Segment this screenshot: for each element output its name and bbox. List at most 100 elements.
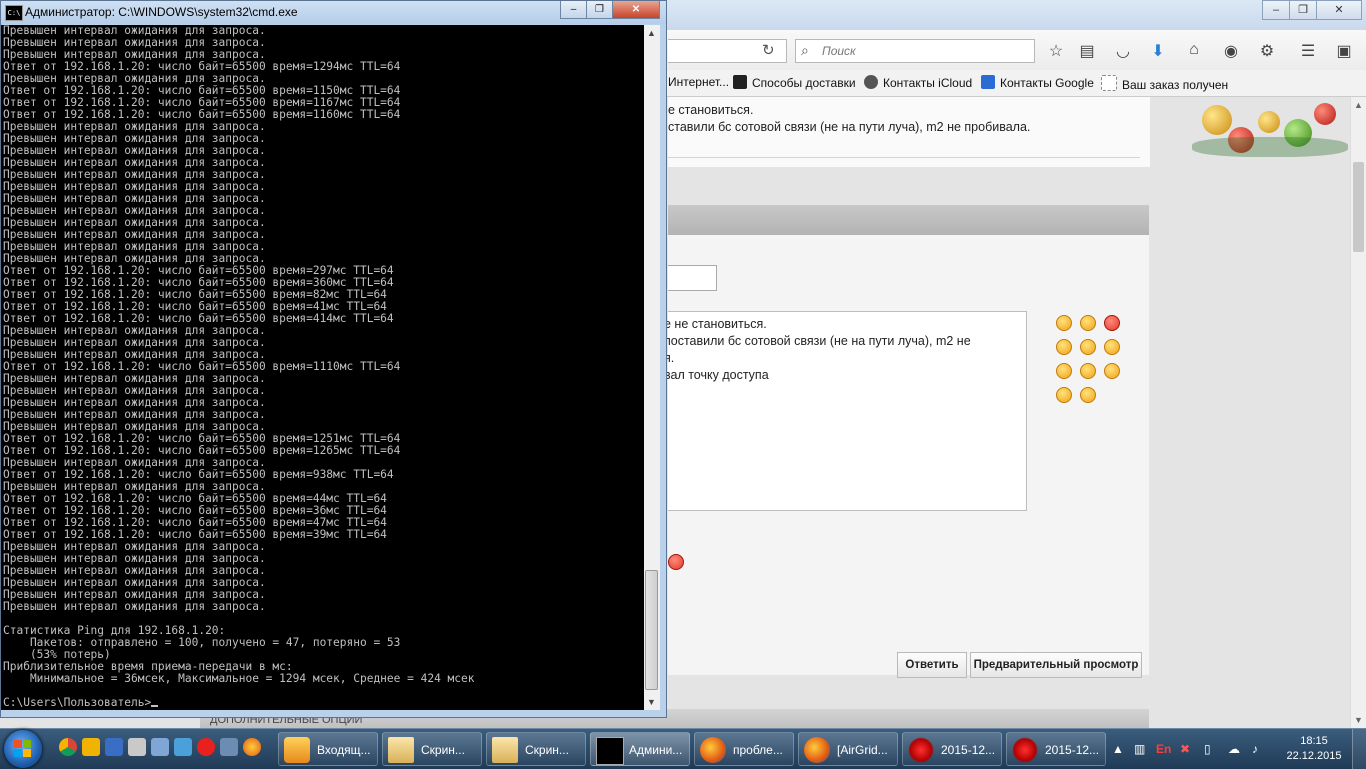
confused-smiley-icon[interactable] (1104, 339, 1120, 355)
reload-icon[interactable]: ↻ (762, 41, 775, 59)
bookmark-item[interactable]: Интернет... (668, 75, 729, 89)
notes-icon[interactable] (82, 738, 100, 756)
taskbar-item-folder[interactable]: Скрин... (486, 732, 586, 766)
smiley-icon[interactable] (1056, 315, 1072, 331)
clock[interactable]: 18:15 22.12.2015 (1284, 734, 1344, 764)
home-icon[interactable]: ⌂ (1184, 41, 1204, 59)
cmd-scrollbar[interactable]: ▲ ▼ (644, 25, 660, 710)
console-prompt: C:\Users\Пользователь> (3, 696, 152, 709)
cmd-scrollbar-thumb[interactable] (645, 570, 658, 690)
clock-time: 18:15 (1300, 735, 1328, 747)
taskbar-item-label: Админи... (629, 743, 683, 757)
console-line: Превышен интервал ожидания для запроса. (3, 600, 266, 613)
no-network-icon[interactable]: ✖ (1180, 742, 1190, 756)
smiley-icon[interactable] (1056, 339, 1072, 355)
search-input[interactable]: ⌕ Поиск (795, 39, 1035, 63)
taskbar-item-firefox[interactable]: [AirGrid... (798, 732, 898, 766)
search-icon: ⌕ (801, 42, 809, 58)
start-button[interactable] (4, 730, 42, 768)
reply-button[interactable]: Ответить (897, 652, 967, 678)
cmd-icon (596, 737, 624, 765)
reply-header (668, 205, 1149, 235)
yandex-icon[interactable] (197, 738, 215, 756)
cloud-tray-icon[interactable]: ☁ (1228, 742, 1240, 756)
christmas-decoration-image (1192, 97, 1348, 165)
download-icon[interactable]: ⬇ (1148, 41, 1168, 61)
smiley-icon[interactable] (1080, 315, 1096, 331)
bookmark-item[interactable]: Контакты Google (981, 75, 1094, 90)
taskbar-item-firefox[interactable]: пробле... (694, 732, 794, 766)
angry-smiley-icon[interactable] (1104, 315, 1120, 331)
ff-close-button[interactable]: ✕ (1316, 0, 1362, 20)
tray-expand-icon[interactable]: ▲ (1112, 742, 1124, 756)
cmd-icon: C:\ (5, 5, 23, 21)
taskbar-item-label: 2015-12... (1045, 743, 1100, 757)
chrome-icon[interactable] (59, 738, 77, 756)
taskbar-item-label: [AirGrid... (837, 743, 888, 757)
taskbar-item-label: пробле... (733, 743, 783, 757)
post-divider (668, 157, 1140, 158)
cmd-close-button[interactable]: ✕ (612, 1, 660, 19)
cmd-titlebar[interactable]: C:\ Администратор: C:\WINDOWS\system32\c… (1, 1, 666, 24)
firefox-icon (804, 737, 830, 763)
bookmark-item[interactable]: Ваш заказ получен (1101, 75, 1228, 92)
cmd-title: Администратор: C:\WINDOWS\system32\cmd.e… (25, 5, 298, 19)
smiley-icon[interactable] (1080, 339, 1096, 355)
network-tray-icon[interactable]: ▥ (1134, 742, 1145, 756)
ff-maximize-button[interactable]: ❐ (1289, 0, 1317, 20)
smiley-icon[interactable] (1080, 363, 1096, 379)
folder-icon (388, 737, 414, 763)
language-indicator[interactable]: En (1156, 742, 1171, 756)
folder-icon (492, 737, 518, 763)
console-output[interactable]: Превышен интервал ожидания для запроса. … (1, 25, 644, 710)
apple-icon (864, 75, 878, 89)
bookmark-star-icon[interactable]: ☆ (1046, 41, 1066, 61)
taskbar-item-label: Входящ... (317, 743, 371, 757)
taskbar-item-image[interactable]: 2015-12... (902, 732, 1002, 766)
window-icon[interactable] (151, 738, 169, 756)
firefox-quicklaunch-icon[interactable] (243, 738, 261, 756)
cmd-minimize-button[interactable]: – (560, 1, 587, 19)
file-manager-icon[interactable] (105, 738, 123, 756)
taskbar-item-outlook[interactable]: Входящ... (278, 732, 378, 766)
show-desktop-button[interactable] (1352, 729, 1366, 769)
volume-icon[interactable]: ♪ (1252, 742, 1258, 756)
taskbar-item-cmd[interactable]: Админи... (590, 732, 690, 766)
message-textarea[interactable]: е не становиться. поставили бс сотовой с… (664, 311, 1027, 511)
bookmark-favicon-icon (733, 75, 747, 89)
cool-smiley-icon[interactable] (1056, 387, 1072, 403)
chat-icon[interactable]: ◉ (1221, 41, 1241, 61)
smiley-icon[interactable] (1104, 363, 1120, 379)
network-icon[interactable] (174, 738, 192, 756)
smiley-icon[interactable] (1080, 387, 1096, 403)
cmd-window: C:\ Администратор: C:\WINDOWS\system32\c… (0, 0, 667, 718)
page-scrollbar[interactable]: ▲ ▼ (1350, 97, 1366, 728)
gear-icon[interactable]: ⚙ (1257, 41, 1277, 61)
windows-logo-icon (14, 740, 32, 758)
taskbar-item-image[interactable]: 2015-12... (1006, 732, 1106, 766)
preview-button[interactable]: Предварительный просмотр (970, 652, 1142, 678)
taskbar-item-label: Скрин... (421, 743, 465, 757)
angry-smiley-icon[interactable] (668, 554, 684, 570)
bookmark-item[interactable]: Способы доставки (733, 75, 856, 90)
post-text-line: ставили бс сотовой связи (не на пути луч… (668, 120, 1031, 134)
pocket-icon[interactable]: ◡ (1113, 41, 1133, 61)
clock-date: 22.12.2015 (1286, 750, 1342, 762)
smiley-icon[interactable] (1056, 363, 1072, 379)
bookmark-item[interactable]: Контакты iCloud (864, 75, 972, 90)
pen-icon[interactable] (128, 738, 146, 756)
settings-icon[interactable] (220, 738, 238, 756)
device-tray-icon[interactable]: ▯ (1204, 742, 1211, 756)
profile-icon[interactable]: ▣ (1334, 41, 1354, 61)
taskbar-item-folder[interactable]: Скрин... (382, 732, 482, 766)
google-contacts-icon (981, 75, 995, 89)
page-scrollbar-thumb[interactable] (1353, 162, 1364, 252)
menu-icon[interactable]: ☰ (1298, 41, 1318, 61)
image-viewer-icon (908, 737, 934, 763)
subject-input[interactable] (668, 265, 717, 291)
message-line: поставили бс сотовой связи (не на пути л… (664, 334, 971, 348)
reading-list-icon[interactable]: ▤ (1077, 41, 1097, 61)
cmd-maximize-button[interactable]: ❐ (586, 1, 613, 19)
ff-minimize-button[interactable]: – (1262, 0, 1290, 20)
post-text-line: е становиться. (668, 103, 754, 117)
